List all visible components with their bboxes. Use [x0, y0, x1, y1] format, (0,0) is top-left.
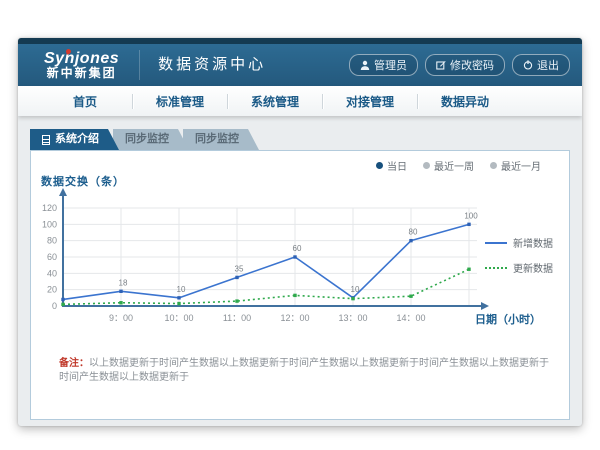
tab-sync-monitor-2[interactable]: 同步监控: [183, 129, 259, 150]
document-icon: [42, 135, 50, 145]
y-tick-label: 20: [47, 285, 57, 295]
logout-label: 退出: [537, 57, 559, 73]
dotted-line-icon: [485, 267, 507, 269]
logo-text-cn: 新中新集团: [44, 67, 119, 80]
tab-bar: 系统介绍 同步监控 同步监控: [30, 128, 570, 150]
point-label: 100: [464, 211, 478, 220]
footnote: 备注：以上数据更新于时间产生数据以上数据更新于时间产生数据以上数据更新于时间产生…: [59, 357, 549, 385]
change-password-label: 修改密码: [450, 57, 494, 73]
solid-line-icon: [485, 242, 507, 244]
point-label: 35: [235, 264, 244, 273]
admin-user-button[interactable]: 管理员: [349, 54, 418, 76]
data-point: [177, 296, 180, 299]
y-tick-label: 40: [47, 268, 57, 278]
edit-icon: [436, 60, 446, 70]
nav-item-interface[interactable]: 对接管理: [323, 93, 417, 110]
x-axis-title: 日期（小时）: [475, 312, 541, 326]
x-tick-label: 14：00: [396, 313, 425, 323]
x-tick-label: 13：00: [338, 313, 367, 323]
x-tick-label: 12：00: [280, 313, 309, 323]
y-axis-arrow: [59, 188, 67, 196]
y-tick-label: 0: [52, 301, 57, 311]
data-point: [119, 290, 122, 293]
power-icon: [523, 60, 533, 70]
tab-sync-monitor-2-label: 同步监控: [195, 133, 239, 145]
tab-sync-monitor-1-label: 同步监控: [125, 133, 169, 145]
y-tick-label: 120: [42, 203, 57, 213]
header: Synjones 新中新集团 数据资源中心 管理员 修改密码: [18, 44, 582, 86]
point-label: 10: [351, 285, 360, 294]
content-area: 系统介绍 同步监控 同步监控 当日 最近一周: [30, 128, 570, 420]
legend-new-data: 新增数据: [485, 235, 553, 250]
nav-item-data-change[interactable]: 数据异动: [418, 93, 512, 110]
x-tick-label: 9：00: [109, 313, 133, 323]
legend-update-data-label: 更新数据: [513, 260, 553, 275]
page-title: 数据资源中心: [139, 50, 266, 80]
header-actions: 管理员 修改密码 退出: [349, 54, 570, 76]
point-label: 60: [293, 244, 302, 253]
data-point: [119, 301, 122, 304]
data-point: [293, 255, 296, 258]
data-point: [409, 239, 412, 242]
point-label: 10: [177, 285, 186, 294]
nav-item-standards[interactable]: 标准管理: [133, 93, 227, 110]
data-point: [293, 294, 296, 297]
chart-panel: 当日 最近一周 最近一月 数据交换（条） 0204060801001209：00…: [30, 150, 570, 420]
x-tick-label: 10：00: [164, 313, 193, 323]
data-point: [235, 276, 238, 279]
nav-item-system[interactable]: 系统管理: [228, 93, 322, 110]
x-tick-label: 11：00: [223, 313, 251, 323]
point-label: 80: [409, 228, 418, 237]
tab-system-intro-label: 系统介绍: [55, 129, 99, 150]
company-logo: Synjones 新中新集团: [44, 50, 119, 81]
y-tick-label: 60: [47, 252, 57, 262]
footnote-text: 以上数据更新于时间产生数据以上数据更新于时间产生数据以上数据更新于时间产生数据以…: [59, 358, 549, 383]
legend-new-data-label: 新增数据: [513, 235, 553, 250]
admin-user-label: 管理员: [374, 57, 407, 73]
data-point: [177, 302, 180, 305]
legend-update-data: 更新数据: [485, 260, 553, 275]
data-point: [235, 299, 238, 302]
data-point: [61, 298, 64, 301]
data-point: [409, 295, 412, 298]
y-tick-label: 100: [42, 219, 57, 229]
change-password-button[interactable]: 修改密码: [425, 54, 505, 76]
main-nav: 首页 标准管理 系统管理 对接管理 数据异动: [18, 86, 582, 116]
app-window: Synjones 新中新集团 数据资源中心 管理员 修改密码: [18, 38, 582, 426]
point-label: 18: [119, 278, 128, 287]
data-point: [467, 223, 470, 226]
y-tick-label: 80: [47, 236, 57, 246]
data-point: [351, 297, 354, 300]
series-legend: 新增数据 更新数据: [485, 235, 553, 275]
logout-button[interactable]: 退出: [512, 54, 570, 76]
nav-item-home[interactable]: 首页: [38, 93, 132, 110]
data-point: [467, 268, 470, 271]
tab-system-intro[interactable]: 系统介绍: [30, 129, 119, 150]
tab-sync-monitor-1[interactable]: 同步监控: [113, 129, 189, 150]
x-axis-arrow: [481, 302, 489, 310]
data-point: [61, 303, 64, 306]
user-icon: [360, 60, 370, 71]
logo-text-en: Synjones: [44, 50, 119, 68]
footnote-label: 备注：: [59, 358, 89, 369]
